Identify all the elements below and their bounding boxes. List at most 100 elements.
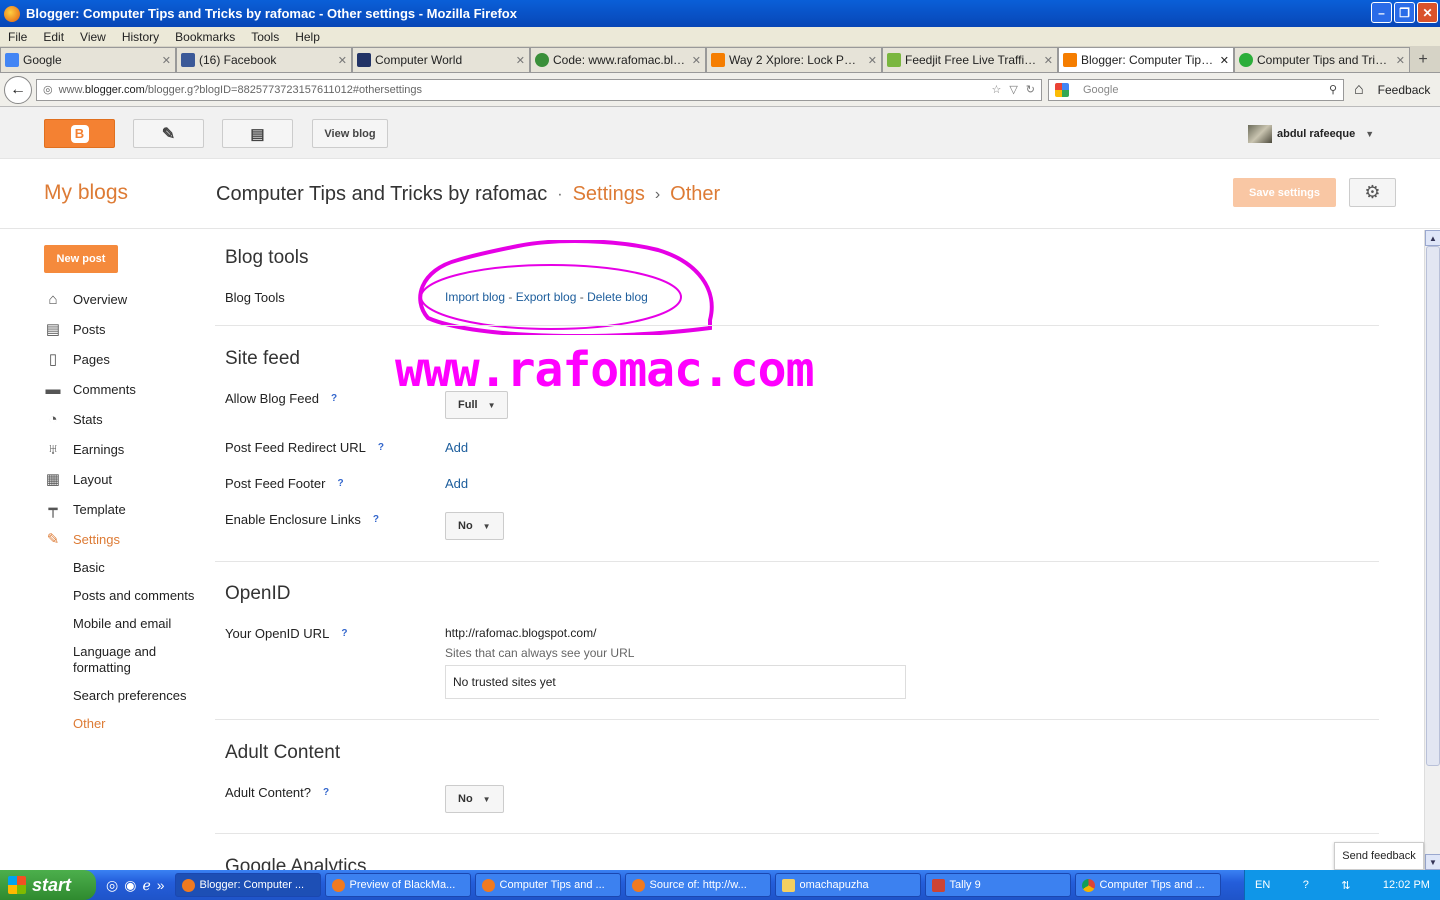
clock[interactable]: 12:02 PM [1383, 879, 1430, 891]
start-button[interactable]: start [0, 870, 96, 900]
close-tab-icon[interactable]: ✕ [1396, 54, 1405, 67]
user-menu[interactable]: abdul rafeeque ▼ [1248, 125, 1374, 143]
delete-blog-link[interactable]: Delete blog [587, 290, 648, 304]
close-tab-icon[interactable]: ✕ [1220, 54, 1229, 67]
redirect-add-link[interactable]: Add [445, 440, 468, 455]
browser-tab[interactable]: Computer Tips and Tricks ... ✕ [1234, 47, 1410, 72]
sidebar-item-overview[interactable]: ⌂ Overview [44, 290, 127, 308]
browser-tab-active[interactable]: Blogger: Computer Tips a... ✕ [1058, 47, 1234, 72]
close-tab-icon[interactable]: ✕ [516, 54, 525, 67]
new-post-pencil-button[interactable]: ✎ [133, 119, 204, 148]
taskbar-item[interactable]: Preview of BlackMa... [324, 873, 471, 897]
close-window-button[interactable]: ✕ [1417, 2, 1438, 23]
browser-tab[interactable]: (16) Facebook ✕ [176, 47, 352, 72]
browser-tab[interactable]: Google ✕ [0, 47, 176, 72]
layout-icon: ▦ [45, 471, 61, 488]
breadcrumb-settings[interactable]: Settings [573, 183, 645, 206]
search-bar[interactable]: Google ⚲ [1048, 78, 1344, 101]
settings-sub-search-preferences[interactable]: Search preferences [73, 688, 186, 704]
help-tray-icon[interactable]: ? [1303, 879, 1309, 891]
browser-tab[interactable]: Way 2 Xplore: Lock PC Te... ✕ [706, 47, 882, 72]
settings-sub-mobile-email[interactable]: Mobile and email [73, 616, 171, 632]
sidebar-item-layout[interactable]: ▦ Layout [44, 470, 112, 488]
browser-tab[interactable]: Computer World ✕ [352, 47, 530, 72]
browser-tab[interactable]: Code: www.rafomac.blog... ✕ [530, 47, 706, 72]
magnifier-icon[interactable]: ⚲ [1329, 83, 1337, 96]
chrome-icon[interactable]: ◉ [124, 877, 136, 894]
maximize-button[interactable]: ❐ [1394, 2, 1415, 23]
gear-icon[interactable]: ⚙ [1349, 178, 1396, 207]
settings-sub-language[interactable]: Language and formatting [73, 644, 203, 676]
new-post-button[interactable]: New post [44, 245, 118, 273]
menu-help[interactable]: Help [295, 30, 320, 44]
taskbar-item[interactable]: Computer Tips and ... [474, 873, 621, 897]
scroll-down-icon[interactable]: ▼ [1425, 854, 1440, 870]
blogger-logo-button[interactable]: B [44, 119, 115, 148]
import-blog-link[interactable]: Import blog [445, 290, 505, 304]
sidebar-item-settings[interactable]: ✎ Settings [44, 530, 120, 548]
help-icon[interactable]: ? [378, 442, 384, 453]
help-icon[interactable]: ? [337, 478, 343, 489]
save-settings-button[interactable]: Save settings [1233, 178, 1336, 207]
posts-list-button[interactable]: ▤ [222, 119, 293, 148]
reload-icon[interactable]: ↻ [1026, 83, 1035, 96]
menu-bookmarks[interactable]: Bookmarks [175, 30, 235, 44]
taskbar-item[interactable]: Tally 9 [924, 873, 1071, 897]
taskbar-item[interactable]: Source of: http://w... [624, 873, 771, 897]
help-icon[interactable]: ? [323, 787, 329, 798]
minimize-button[interactable]: – [1371, 2, 1392, 23]
network-icon[interactable]: ⇅ [1341, 879, 1350, 892]
taskbar-item[interactable]: Computer Tips and ... [1074, 873, 1221, 897]
google-search-engine-icon[interactable] [1055, 82, 1069, 97]
send-feedback-button[interactable]: Send feedback [1334, 842, 1424, 870]
overflow-icon[interactable]: » [157, 877, 165, 894]
settings-sub-other[interactable]: Other [73, 716, 106, 732]
menu-view[interactable]: View [80, 30, 106, 44]
close-tab-icon[interactable]: ✕ [338, 54, 347, 67]
sidebar-item-posts[interactable]: ▤ Posts [44, 320, 106, 338]
sidebar-item-pages[interactable]: ▯ Pages [44, 350, 110, 368]
my-blogs-link[interactable]: My blogs [44, 181, 128, 205]
home-icon[interactable]: ⌂ [1354, 81, 1364, 99]
sidebar-item-comments[interactable]: ▬ Comments [44, 380, 136, 398]
new-tab-button[interactable]: + [1410, 47, 1436, 72]
view-blog-button[interactable]: View blog [312, 119, 388, 148]
ie-icon[interactable]: ℯ [142, 877, 150, 894]
vertical-scrollbar[interactable]: ▲ ▼ [1424, 230, 1440, 870]
settings-sub-posts-comments[interactable]: Posts and comments [73, 588, 194, 604]
blog-title[interactable]: Computer Tips and Tricks by rafomac [216, 183, 547, 206]
close-tab-icon[interactable]: ✕ [162, 54, 171, 67]
footer-add-link[interactable]: Add [445, 476, 468, 491]
taskbar-item[interactable]: omachapuzha [774, 873, 921, 897]
bookmark-star-icon[interactable]: ☆ [991, 83, 1001, 96]
settings-sub-basic[interactable]: Basic [73, 560, 105, 576]
menu-file[interactable]: File [8, 30, 27, 44]
scroll-thumb[interactable] [1426, 246, 1440, 766]
app-icon[interactable]: ◎ [106, 877, 118, 894]
taskbar-item[interactable]: Blogger: Computer ... [174, 873, 321, 897]
help-icon[interactable]: ? [331, 393, 337, 404]
allow-blog-feed-dropdown[interactable]: Full ▼ [445, 391, 509, 419]
language-indicator[interactable]: EN [1255, 879, 1270, 891]
close-tab-icon[interactable]: ✕ [692, 54, 701, 67]
back-button[interactable]: ← [4, 75, 32, 104]
feedback-button[interactable]: Feedback [1378, 83, 1431, 97]
taskbar-item-label: Source of: http://w... [649, 879, 747, 891]
sidebar-item-earnings[interactable]: ♅ Earnings [44, 440, 124, 458]
adult-content-dropdown[interactable]: No ▼ [445, 785, 504, 813]
sidebar-item-stats[interactable]: ◔ Stats [44, 410, 102, 428]
menu-edit[interactable]: Edit [43, 30, 64, 44]
export-blog-link[interactable]: Export blog [516, 290, 577, 304]
browser-tab[interactable]: Feedjit Free Live Traffic F... ✕ [882, 47, 1058, 72]
enclosure-links-dropdown[interactable]: No ▼ [445, 512, 504, 540]
help-icon[interactable]: ? [373, 514, 379, 525]
close-tab-icon[interactable]: ✕ [1044, 54, 1053, 67]
scroll-up-icon[interactable]: ▲ [1425, 230, 1440, 246]
sidebar-item-template[interactable]: ┯ Template [44, 500, 125, 518]
dropdown-icon[interactable]: ▽ [1009, 83, 1017, 96]
help-icon[interactable]: ? [341, 628, 347, 639]
menu-history[interactable]: History [122, 30, 159, 44]
address-bar[interactable]: ◎ www. blogger.com/blogger.g?blogID=88257… [36, 78, 1042, 101]
menu-tools[interactable]: Tools [251, 30, 279, 44]
close-tab-icon[interactable]: ✕ [868, 54, 877, 67]
